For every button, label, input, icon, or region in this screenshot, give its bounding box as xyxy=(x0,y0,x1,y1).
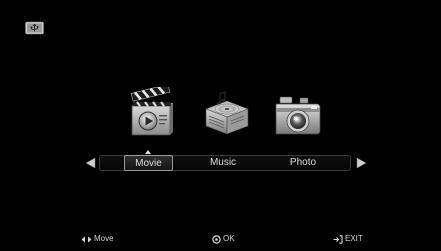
ok-hint-label: OK xyxy=(223,234,235,243)
arrow-left-icon[interactable] xyxy=(84,157,96,169)
move-hint-label: Move xyxy=(94,234,114,243)
media-type-selector: Movie Music Photo xyxy=(82,150,368,174)
photo-camera-icon[interactable] xyxy=(274,94,322,138)
ok-hint: OK xyxy=(212,232,235,246)
move-hint: Move xyxy=(81,232,114,246)
menu-item-movie[interactable]: Movie xyxy=(124,155,173,171)
movie-clapperboard-icon[interactable] xyxy=(128,87,174,139)
ok-circle-icon xyxy=(212,234,221,244)
left-right-arrows-icon xyxy=(81,236,92,242)
selection-pointer-icon xyxy=(145,150,151,154)
exit-icon xyxy=(333,234,343,244)
arrow-right-icon[interactable] xyxy=(356,157,368,169)
menu-item-photo[interactable]: Photo xyxy=(280,156,326,170)
menu-item-music[interactable]: Music xyxy=(200,156,246,170)
exit-hint: EXIT xyxy=(333,232,363,246)
music-cd-player-icon[interactable] xyxy=(202,89,252,137)
exit-hint-label: EXIT xyxy=(345,234,363,243)
